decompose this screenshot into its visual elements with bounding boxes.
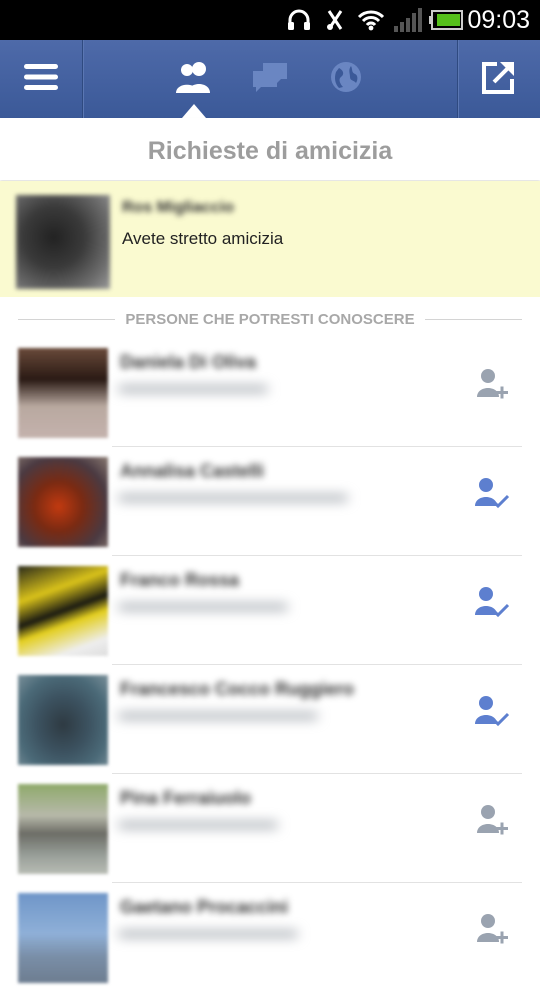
person-subtitle <box>118 598 358 618</box>
person-subtitle <box>118 380 358 400</box>
list-item[interactable]: Annalisa Castelli <box>0 447 540 556</box>
list-item[interactable]: Francesco Cocco Ruggiero <box>0 665 540 774</box>
add-friend-icon <box>475 367 509 406</box>
request-sent-button[interactable] <box>472 584 512 624</box>
messages-tab[interactable] <box>242 40 298 118</box>
request-sent-icon <box>474 694 510 733</box>
add-friend-icon <box>475 803 509 842</box>
avatar[interactable] <box>18 893 108 983</box>
add-friend-icon <box>475 912 509 951</box>
headphones-icon <box>286 0 312 40</box>
signal-icon <box>392 0 424 40</box>
vibrate-off-icon <box>322 0 348 40</box>
person-name[interactable]: Pina Ferraiuolo <box>120 788 251 809</box>
status-bar: 09:03 <box>0 0 540 40</box>
avatar[interactable] <box>18 784 108 874</box>
avatar[interactable] <box>18 566 108 656</box>
person-name[interactable]: Franco Rossa <box>120 570 239 591</box>
avatar[interactable] <box>18 675 108 765</box>
list-item[interactable]: Gaetano Procaccini <box>0 883 540 992</box>
menu-button[interactable] <box>0 40 82 118</box>
add-friend-button[interactable] <box>472 366 512 406</box>
avatar[interactable] <box>18 457 108 547</box>
person-name[interactable]: Daniela Di Oliva <box>120 352 256 373</box>
person-subtitle <box>118 925 358 945</box>
list-item[interactable]: Daniela Di Oliva <box>0 338 540 447</box>
avatar[interactable] <box>16 195 110 289</box>
avatar[interactable] <box>18 348 108 438</box>
section-header-label: PERSONE CHE POTRESTI CONOSCERE <box>125 310 415 328</box>
person-subtitle <box>118 489 358 509</box>
person-name[interactable]: Gaetano Procaccini <box>120 897 288 918</box>
divider <box>18 318 116 320</box>
globe-icon <box>329 60 363 99</box>
add-friend-button[interactable] <box>472 911 512 951</box>
status-time: 09:03 <box>467 6 530 34</box>
section-header: PERSONE CHE POTRESTI CONOSCERE <box>18 306 522 332</box>
toolbar-divider <box>82 40 83 118</box>
battery-icon <box>428 0 464 40</box>
menu-icon <box>24 63 58 96</box>
person-name[interactable]: Annalisa Castelli <box>120 461 264 482</box>
request-name[interactable]: Ros Migliaccio <box>122 199 234 217</box>
request-sent-icon <box>474 585 510 624</box>
request-sent-icon <box>474 476 510 515</box>
person-subtitle <box>118 707 358 727</box>
friends-icon <box>174 60 214 99</box>
request-sent-button[interactable] <box>472 693 512 733</box>
active-tab-pointer <box>182 104 206 118</box>
request-status: Avete stretto amicizia <box>122 229 284 248</box>
wifi-icon <box>356 0 386 40</box>
add-friend-button[interactable] <box>472 802 512 842</box>
person-subtitle <box>118 816 358 836</box>
top-toolbar <box>0 40 540 119</box>
publish-button[interactable] <box>458 40 540 118</box>
person-name[interactable]: Francesco Cocco Ruggiero <box>120 679 354 700</box>
notifications-tab[interactable] <box>318 40 374 118</box>
publish-icon <box>480 58 518 101</box>
page-title: Richieste di amicizia <box>0 118 540 180</box>
divider <box>424 318 522 320</box>
messages-icon <box>251 61 289 98</box>
list-item[interactable]: Pina Ferraiuolo <box>0 774 540 883</box>
list-item[interactable]: Franco Rossa <box>0 556 540 665</box>
request-sent-button[interactable] <box>472 475 512 515</box>
